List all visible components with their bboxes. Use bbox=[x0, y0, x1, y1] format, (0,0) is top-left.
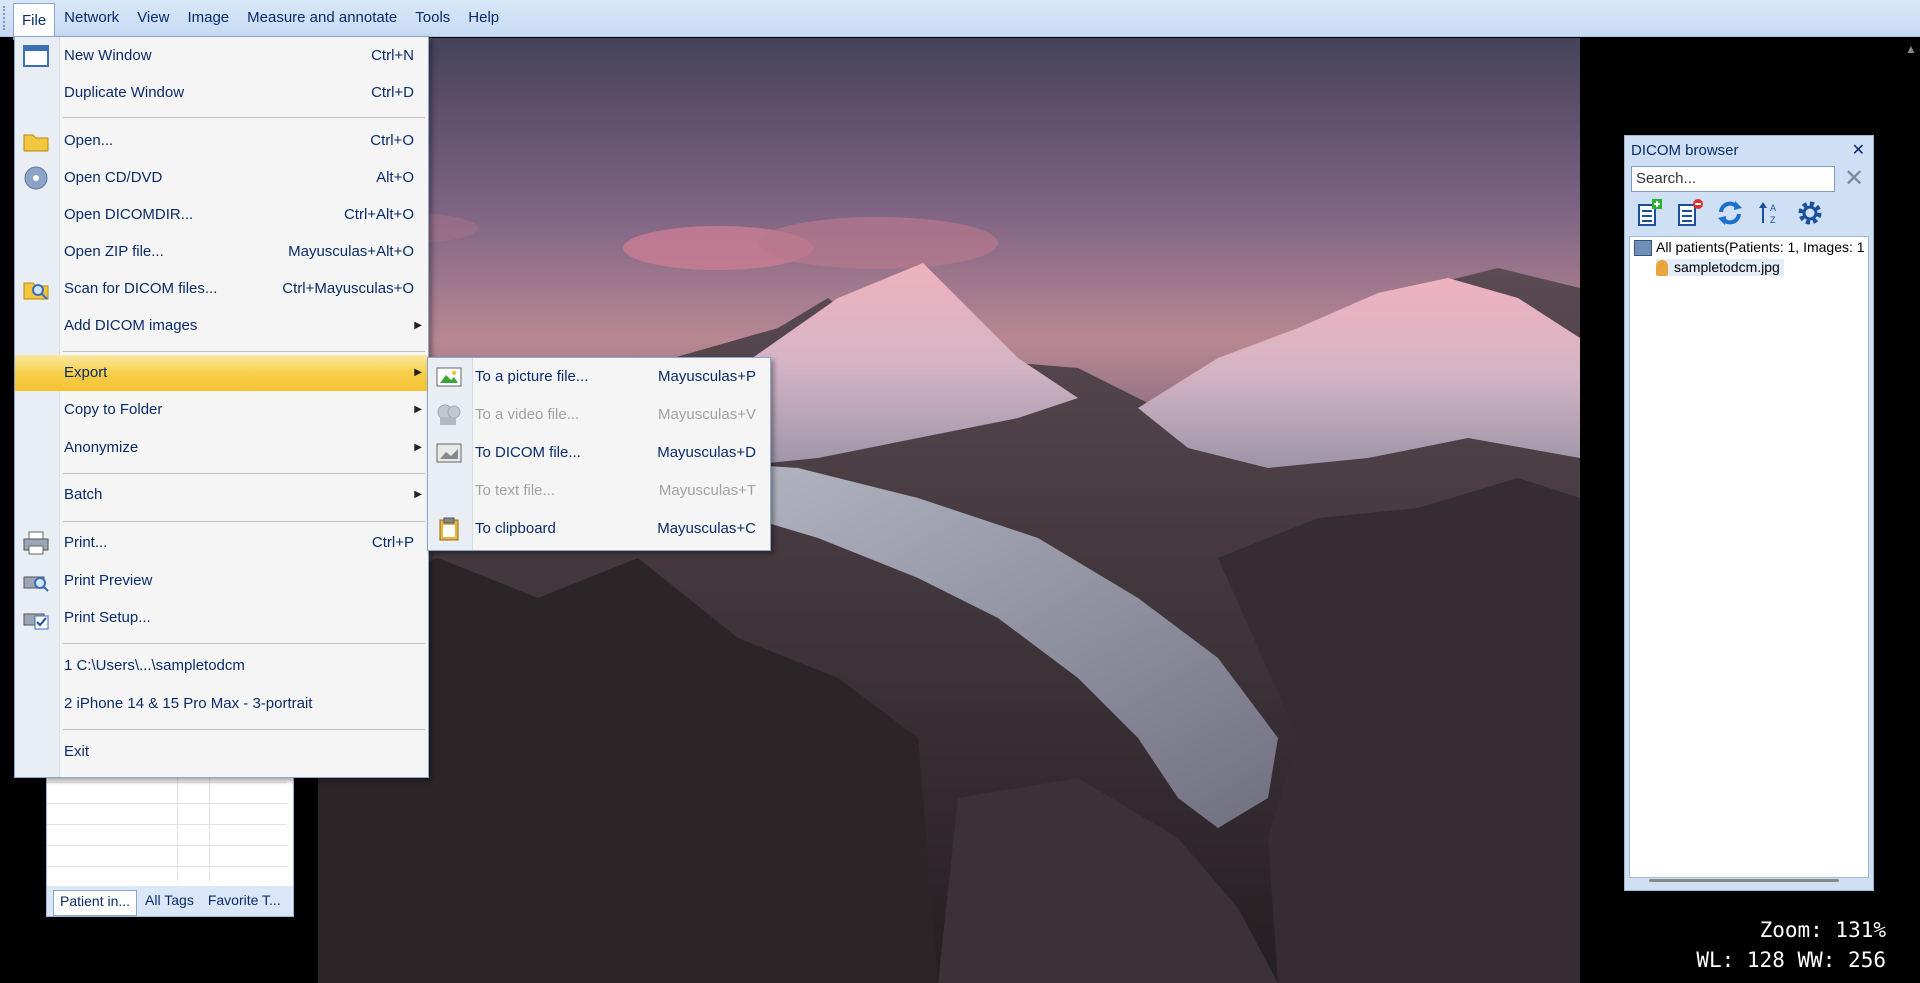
window-icon bbox=[23, 44, 49, 68]
svg-text:Z: Z bbox=[1770, 215, 1776, 225]
menu-measure-annotate[interactable]: Measure and annotate bbox=[238, 3, 406, 33]
vertical-scrollbar[interactable]: ▲ bbox=[1902, 38, 1920, 983]
picture-icon bbox=[436, 365, 462, 389]
menu-bar: File Network View Image Measure and anno… bbox=[0, 0, 1920, 40]
gear-icon[interactable] bbox=[1795, 198, 1825, 228]
tag-grid bbox=[47, 761, 287, 881]
print-preview-icon bbox=[23, 569, 49, 593]
menu-item-print[interactable]: Print... Ctrl+P bbox=[15, 525, 428, 561]
dicom-browser-panel: DICOM browser ✕ Search... ✕ AZ All patie… bbox=[1624, 135, 1874, 891]
menu-item-export[interactable]: Export ▶ bbox=[15, 355, 428, 391]
submenu-arrow-icon: ▶ bbox=[414, 489, 422, 500]
search-input[interactable]: Search... bbox=[1631, 166, 1835, 192]
menu-item-print-preview[interactable]: Print Preview bbox=[15, 563, 428, 599]
menu-file[interactable]: File bbox=[13, 2, 56, 40]
printer-icon bbox=[23, 531, 49, 555]
cd-icon bbox=[23, 166, 49, 190]
add-list-icon[interactable] bbox=[1635, 198, 1665, 228]
dicom-browser-title: DICOM browser bbox=[1631, 142, 1739, 159]
export-submenu: To a picture file... Mayusculas+P To a vi… bbox=[427, 357, 771, 551]
tree-root-all-patients[interactable]: All patients(Patients: 1, Images: 1 bbox=[1634, 239, 1865, 257]
menu-item-copy-to-folder[interactable]: Copy to Folder ▶ bbox=[15, 392, 428, 428]
menu-item-anonymize[interactable]: Anonymize ▶ bbox=[15, 430, 428, 466]
horizontal-scrollbar[interactable] bbox=[1649, 879, 1839, 882]
clear-search-icon[interactable]: ✕ bbox=[1841, 166, 1867, 192]
export-to-dicom[interactable]: To DICOM file... Mayusculas+D bbox=[428, 434, 770, 472]
menu-image[interactable]: Image bbox=[178, 3, 238, 33]
folder-icon bbox=[23, 129, 49, 153]
zoom-readout: Zoom: 131% bbox=[1759, 918, 1886, 942]
menu-item-open[interactable]: Open... Ctrl+O bbox=[15, 123, 428, 159]
patients-icon bbox=[1634, 240, 1652, 257]
dicom-tree: All patients(Patients: 1, Images: 1 samp… bbox=[1629, 236, 1869, 878]
menu-item-print-setup[interactable]: Print Setup... bbox=[15, 600, 428, 636]
submenu-arrow-icon: ▶ bbox=[414, 320, 422, 331]
print-setup-icon bbox=[23, 606, 49, 630]
export-to-picture[interactable]: To a picture file... Mayusculas+P bbox=[428, 358, 770, 396]
refresh-icon[interactable] bbox=[1715, 198, 1745, 228]
menu-item-recent-2[interactable]: 2 iPhone 14 & 15 Pro Max - 3-portrait bbox=[15, 686, 428, 722]
tab-favorite-tags[interactable]: Favorite T... bbox=[202, 890, 287, 916]
menu-item-open-dicomdir[interactable]: Open DICOMDIR... Ctrl+Alt+O bbox=[15, 197, 428, 233]
svg-text:A: A bbox=[1770, 203, 1776, 213]
menu-network[interactable]: Network bbox=[55, 3, 128, 33]
export-to-video[interactable]: To a video file... Mayusculas+V bbox=[428, 396, 770, 434]
menu-item-exit[interactable]: Exit bbox=[15, 734, 428, 770]
tab-patient-info[interactable]: Patient in... bbox=[53, 890, 138, 916]
film-reel-icon bbox=[436, 403, 462, 427]
submenu-arrow-icon: ▶ bbox=[414, 404, 422, 415]
submenu-arrow-icon: ▶ bbox=[414, 442, 422, 453]
menu-item-add-dicom-images[interactable]: Add DICOM images ▶ bbox=[15, 308, 428, 344]
close-icon[interactable]: ✕ bbox=[1852, 140, 1865, 160]
scan-icon bbox=[23, 277, 49, 301]
export-to-clipboard[interactable]: To clipboard Mayusculas+C bbox=[428, 510, 770, 548]
scroll-up-icon[interactable]: ▲ bbox=[1902, 42, 1920, 56]
window-level-readout: WL: 128 WW: 256 bbox=[1696, 948, 1886, 972]
sort-icon[interactable]: AZ bbox=[1755, 198, 1785, 228]
menu-item-new-window[interactable]: New Window Ctrl+N bbox=[15, 38, 428, 74]
dicom-toolbar: AZ bbox=[1635, 198, 1825, 228]
menu-item-batch[interactable]: Batch ▶ bbox=[15, 477, 428, 513]
menu-item-recent-1[interactable]: 1 C:\Users\...\sampletodcm bbox=[15, 648, 428, 684]
menu-item-scan-dicom[interactable]: Scan for DICOM files... Ctrl+Mayusculas+O bbox=[15, 271, 428, 307]
remove-list-icon[interactable] bbox=[1675, 198, 1705, 228]
menu-item-duplicate-window[interactable]: Duplicate Window Ctrl+D bbox=[15, 75, 428, 111]
patient-icon bbox=[1656, 260, 1668, 277]
clipboard-icon bbox=[436, 517, 462, 541]
toolbar-grip[interactable] bbox=[3, 6, 13, 30]
export-to-text[interactable]: To text file... Mayusculas+T bbox=[428, 472, 770, 510]
file-menu: New Window Ctrl+N Duplicate Window Ctrl+D … bbox=[14, 36, 429, 778]
patient-info-panel: Patient in... All Tags Favorite T... bbox=[46, 760, 294, 917]
menu-item-open-cd[interactable]: Open CD/DVD Alt+O bbox=[15, 160, 428, 196]
dicom-file-icon bbox=[436, 441, 462, 465]
tab-all-tags[interactable]: All Tags bbox=[139, 890, 200, 916]
menu-help[interactable]: Help bbox=[459, 3, 508, 33]
menu-item-open-zip[interactable]: Open ZIP file... Mayusculas+Alt+O bbox=[15, 234, 428, 270]
panel-tabs: Patient in... All Tags Favorite T... bbox=[47, 886, 293, 916]
tree-item-sampletodcm[interactable]: sampletodcm.jpg bbox=[1656, 259, 1784, 277]
menu-tools[interactable]: Tools bbox=[406, 3, 459, 33]
menu-view[interactable]: View bbox=[128, 3, 178, 33]
submenu-arrow-icon: ▶ bbox=[414, 367, 422, 378]
